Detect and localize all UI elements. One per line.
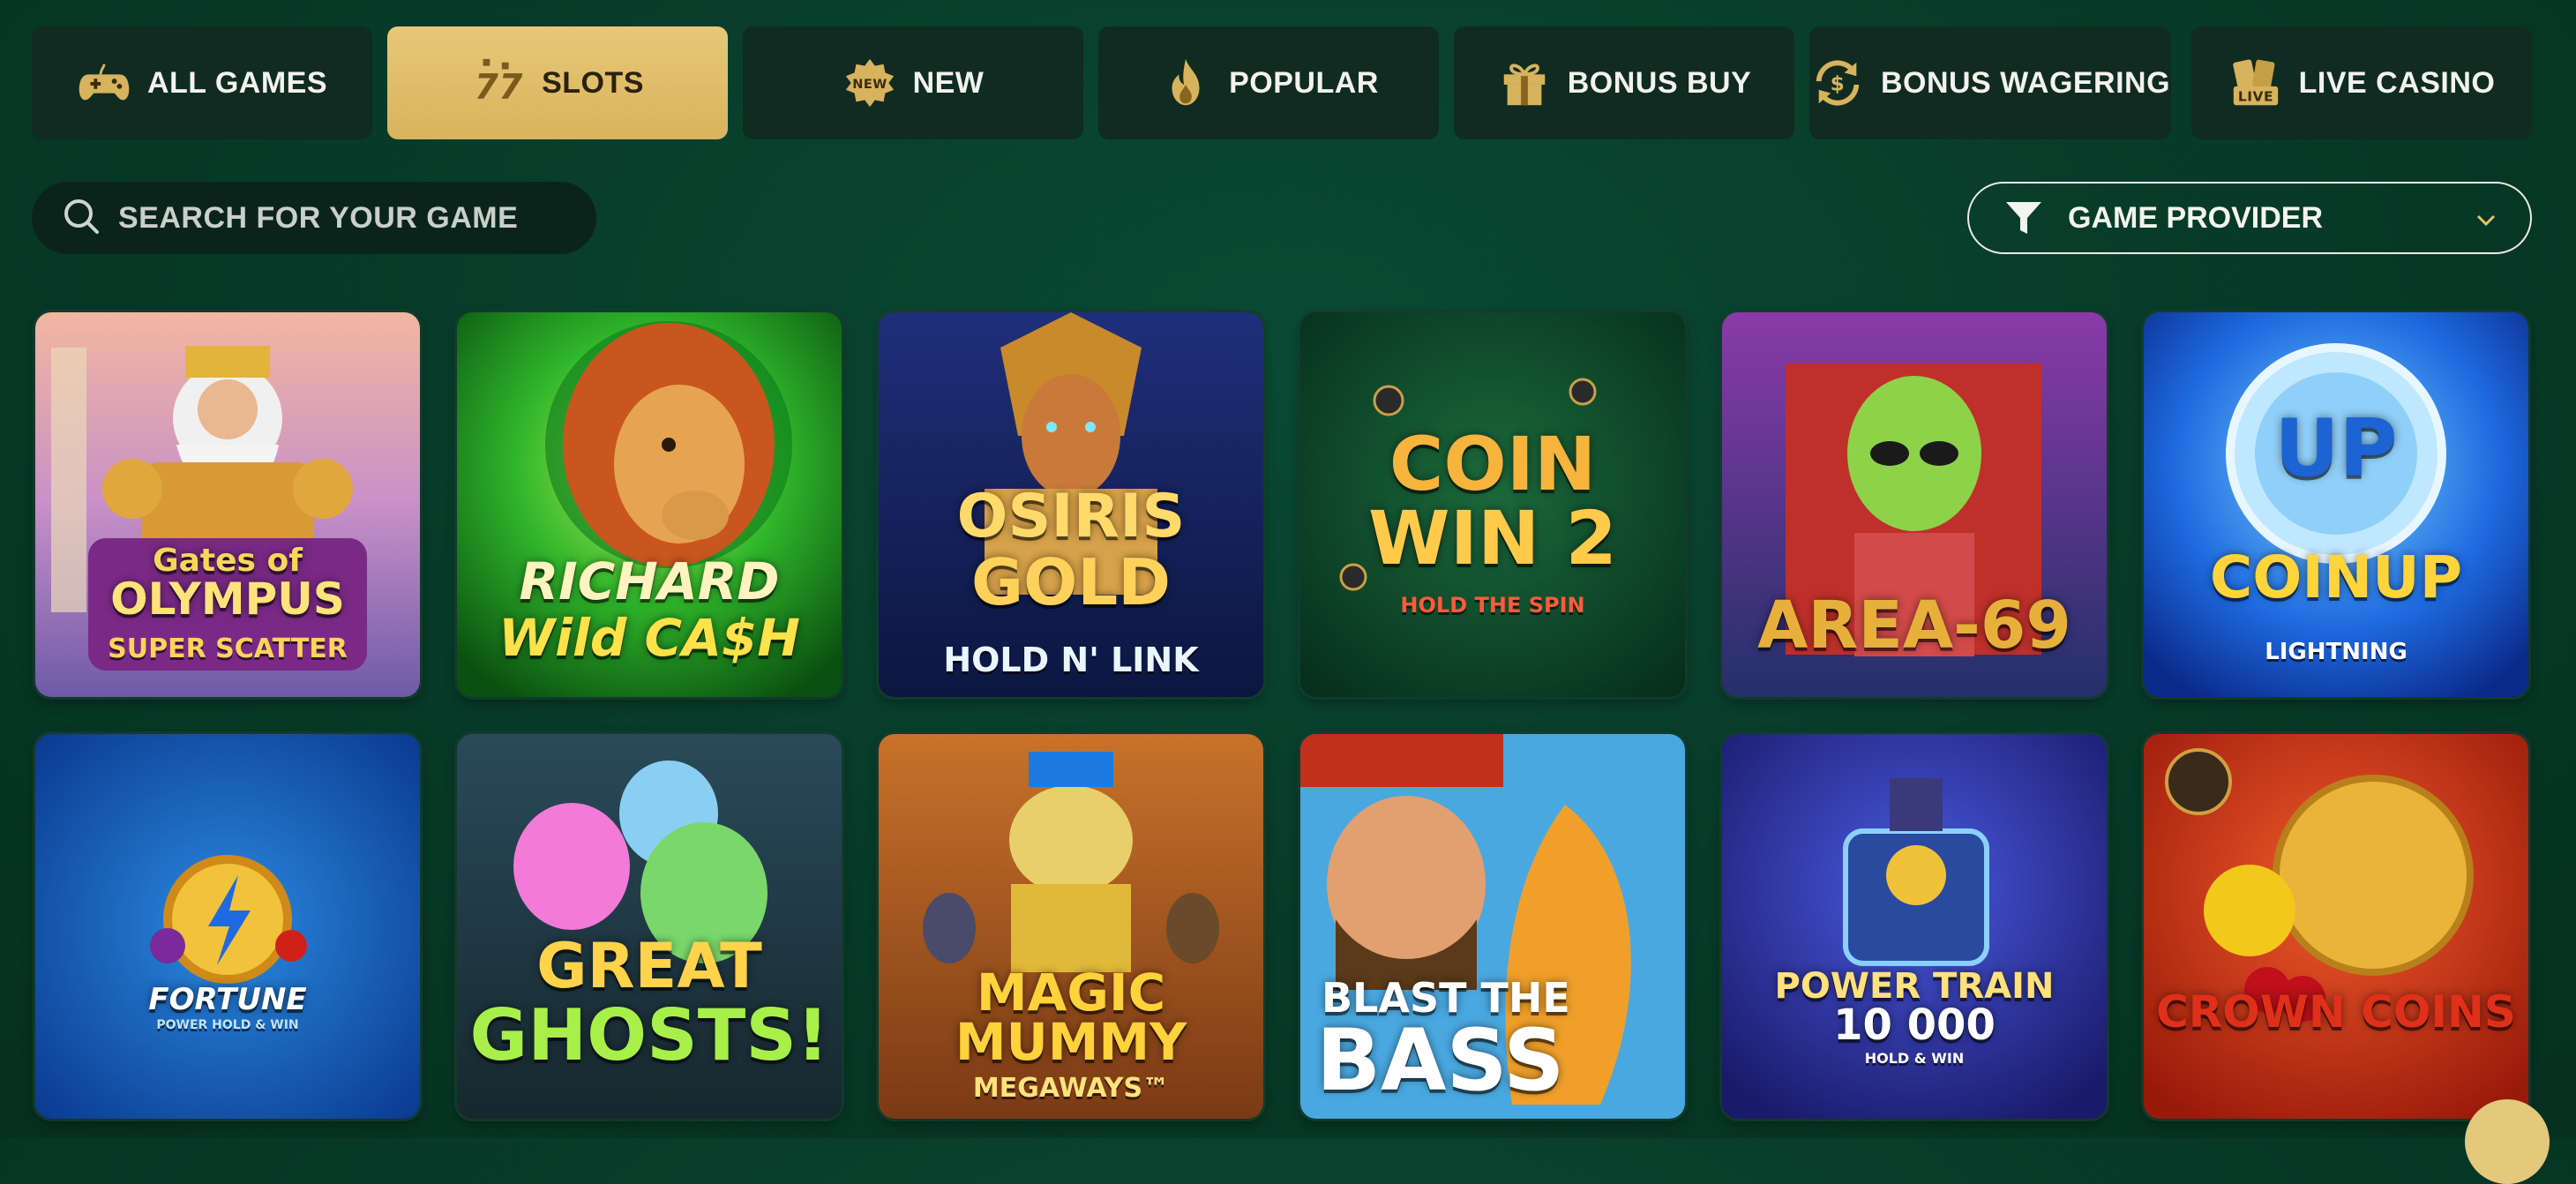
live-cards-icon: LIVE xyxy=(2228,56,2283,110)
tab-label: BONUS WAGERING xyxy=(1880,65,2171,100)
game-title: MAGIC xyxy=(976,963,1166,1023)
game-subtitle: LIGHTNING xyxy=(2265,639,2408,665)
chevron-down-icon xyxy=(2474,206,2498,230)
tab-popular[interactable]: POPULAR xyxy=(1098,26,1439,139)
flame-icon xyxy=(1158,56,1213,110)
game-subtitle: SUPER SCATTER xyxy=(108,633,348,664)
game-title: Wild CA$H xyxy=(498,608,800,668)
gift-icon xyxy=(1497,56,1552,110)
game-provider-label: GAME PROVIDER xyxy=(2068,200,2324,235)
game-title: RICHARD xyxy=(519,551,780,611)
category-tabs: ALL GAMES 777 SLOTS NEW NEW POPULAR BONU… xyxy=(32,26,2532,139)
game-subtitle: HOLD THE SPIN xyxy=(1400,593,1585,618)
tab-live-casino[interactable]: LIVE LIVE CASINO xyxy=(2191,26,2532,139)
game-subtitle: POWER HOLD & WIN xyxy=(156,1018,299,1032)
game-card-richard-wild-cash[interactable]: RICHARD Wild CA$H xyxy=(457,312,842,697)
game-title: UP xyxy=(2274,402,2398,495)
search-placeholder: SEARCH FOR YOUR GAME xyxy=(118,200,519,235)
search-icon xyxy=(62,197,101,240)
game-card-crown-coins[interactable]: CROWN COINS xyxy=(2144,734,2528,1119)
game-card-power-train-10000[interactable]: POWER TRAIN 10 000 HOLD & WIN xyxy=(1722,734,2107,1119)
game-subtitle: HOLD N' LINK xyxy=(943,641,1199,679)
tab-new[interactable]: NEW NEW xyxy=(743,26,1083,139)
game-thumbnail xyxy=(2144,734,2528,1119)
game-title: OLYMPUS xyxy=(110,573,345,625)
game-thumbnail xyxy=(35,734,420,1119)
scroll-to-top-button[interactable] xyxy=(2465,1099,2550,1184)
game-title: GREAT xyxy=(536,930,762,1002)
game-subtitle: HOLD & WIN xyxy=(1864,1050,1965,1067)
game-title: WIN 2 xyxy=(1368,495,1617,581)
game-title: COINUP xyxy=(2209,543,2463,611)
game-card-area-69[interactable]: AREA-69 xyxy=(1722,312,2107,697)
search-input[interactable]: SEARCH FOR YOUR GAME xyxy=(32,182,596,254)
svg-text:$: $ xyxy=(1831,72,1846,96)
game-title: MUMMY xyxy=(955,1012,1187,1072)
game-title: COIN xyxy=(1389,421,1597,507)
tab-label: ALL GAMES xyxy=(146,65,328,100)
svg-text:NEW: NEW xyxy=(852,78,887,92)
game-card-fortune[interactable]: FORTUNE POWER HOLD & WIN xyxy=(35,734,420,1119)
game-provider-dropdown[interactable]: GAME PROVIDER xyxy=(1967,182,2532,254)
tab-all-games[interactable]: ALL GAMES xyxy=(32,26,372,139)
tab-bonus-wagering[interactable]: $ BONUS WAGERING xyxy=(1809,26,2171,139)
tab-label: POPULAR xyxy=(1229,65,1379,100)
game-card-osiris-gold[interactable]: OSIRIS GOLD HOLD N' LINK xyxy=(879,312,1263,697)
game-title: GOLD xyxy=(971,545,1171,619)
game-card-gates-of-olympus[interactable]: Gates of OLYMPUS SUPER SCATTER xyxy=(35,312,420,697)
game-title: 10 000 xyxy=(1833,1000,1996,1050)
game-title: GHOSTS! xyxy=(469,994,829,1076)
game-subtitle: MEGAWAYS™ xyxy=(972,1073,1170,1104)
new-badge-icon: NEW xyxy=(842,56,897,110)
tab-label: SLOTS xyxy=(542,65,644,100)
game-title: AREA-69 xyxy=(1757,588,2071,663)
game-card-magic-mummy-megaways[interactable]: MAGIC MUMMY MEGAWAYS™ xyxy=(879,734,1263,1119)
game-card-great-ghosts[interactable]: GREAT GHOSTS! xyxy=(457,734,842,1119)
tab-slots[interactable]: 777 SLOTS xyxy=(387,26,728,139)
slots-777-icon: 777 xyxy=(471,56,526,110)
game-title: POWER TRAIN xyxy=(1774,966,2055,1007)
svg-text:LIVE: LIVE xyxy=(2238,88,2273,104)
game-card-coin-up-lightning[interactable]: UP COINUP LIGHTNING xyxy=(2144,312,2528,697)
game-card-blast-the-bass[interactable]: BLAST THE BASS xyxy=(1300,734,1685,1119)
game-title: BASS xyxy=(1316,1011,1565,1110)
dollar-cycle-icon: $ xyxy=(1810,56,1865,110)
game-title: Gates of xyxy=(153,543,303,579)
tab-label: NEW xyxy=(912,65,985,100)
game-title: OSIRIS xyxy=(956,482,1186,551)
tab-bonus-buy[interactable]: BONUS BUY xyxy=(1454,26,1794,139)
tab-label: LIVE CASINO xyxy=(2298,65,2496,100)
game-title: FORTUNE xyxy=(148,982,307,1017)
game-card-coin-win-2[interactable]: COIN WIN 2 HOLD THE SPIN xyxy=(1300,312,1685,697)
tab-label: BONUS BUY xyxy=(1567,65,1752,100)
svg-text:777: 777 xyxy=(475,67,526,107)
game-title: CROWN COINS xyxy=(2156,986,2516,1038)
funnel-icon xyxy=(2004,199,2043,237)
gamepad-icon xyxy=(77,56,131,110)
